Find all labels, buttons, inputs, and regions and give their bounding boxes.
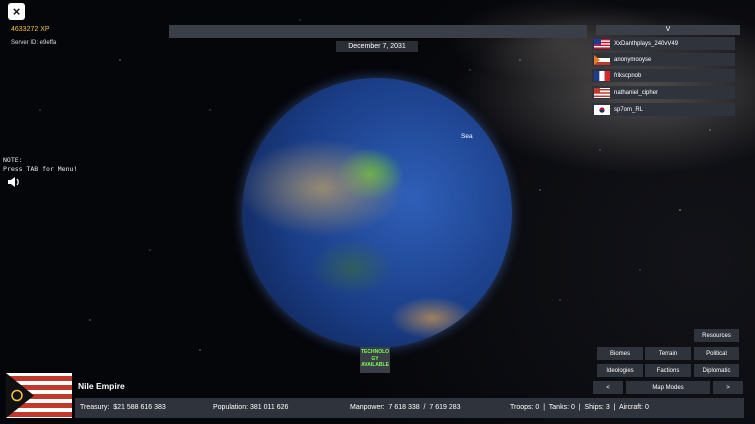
map-mode-next-button[interactable]: >: [713, 381, 743, 394]
player-name: XxDanthplays_240vV49: [614, 40, 679, 47]
map-mode-biomes-button[interactable]: Biomes: [597, 347, 643, 360]
note-text: NOTE: Press TAB for Menu!: [3, 156, 78, 173]
top-bar: [169, 25, 587, 38]
player-item[interactable]: nathaniel_cipher: [592, 86, 735, 99]
map-modes-label: Map Modes: [626, 381, 710, 394]
map-label-sea: Sea: [461, 133, 473, 140]
player-name: frikscpnob: [614, 72, 642, 79]
korea-flag-icon: [594, 104, 610, 115]
player-name: sp7om_RL: [614, 106, 644, 113]
map-mode-resources-button[interactable]: Resources: [694, 329, 739, 342]
france-flag-icon: [594, 70, 610, 81]
player-item[interactable]: sp7om_RL: [592, 103, 735, 116]
close-button[interactable]: ×: [8, 3, 25, 20]
player-name: nathaniel_cipher: [614, 89, 659, 96]
world-globe[interactable]: [242, 78, 512, 348]
game-date: December 7, 2031: [336, 41, 418, 52]
xp-counter: 4633272 XP: [11, 26, 50, 33]
close-icon: ×: [12, 4, 21, 19]
striped-flag-icon: [594, 54, 610, 65]
treasury-stat: Treasury: $21 588 616 383: [80, 404, 166, 411]
player-item[interactable]: frikscpnob: [592, 69, 735, 82]
striped-red-flag-icon: [594, 87, 610, 98]
player-item[interactable]: anonymooyse: [592, 53, 735, 66]
population-stat: Population: 381 011 626: [213, 404, 289, 411]
map-mode-ideologies-button[interactable]: Ideologies: [597, 364, 643, 377]
speaker-icon[interactable]: [7, 176, 21, 188]
military-stat: Troops: 0 | Tanks: 0 | Ships: 3 | Aircra…: [510, 404, 649, 411]
empire-name: Nile Empire: [78, 381, 125, 391]
map-mode-political-button[interactable]: Political: [694, 347, 739, 360]
technology-available-button[interactable]: TECHNOLO GY AVAILABLE: [360, 347, 390, 373]
map-mode-terrain-button[interactable]: Terrain: [645, 347, 691, 360]
player-item[interactable]: XxDanthplays_240vV49: [592, 37, 735, 50]
player-name: anonymooyse: [614, 56, 652, 63]
empire-flag: [6, 373, 72, 418]
map-mode-diplomatic-button[interactable]: Diplomatic: [694, 364, 739, 377]
map-mode-prev-button[interactable]: <: [593, 381, 623, 394]
map-mode-factions-button[interactable]: Factions: [645, 364, 691, 377]
manpower-stat: Manpower: 7 618 338 / 7 619 283: [350, 404, 461, 411]
usa-flag-icon: [594, 38, 610, 49]
server-id: Server ID: e9effa: [11, 40, 57, 46]
player-list-toggle[interactable]: V: [596, 25, 740, 35]
